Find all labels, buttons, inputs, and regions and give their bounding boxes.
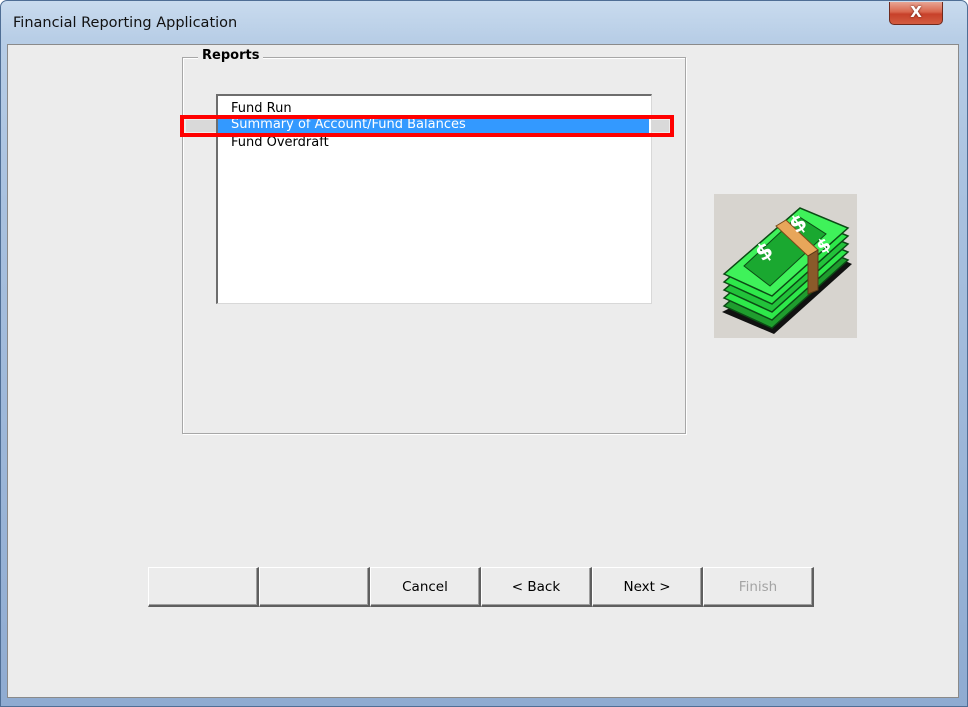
finish-button[interactable]: Finish: [703, 567, 814, 607]
window-title: Financial Reporting Application: [13, 15, 238, 31]
blank-button-1[interactable]: [148, 567, 259, 607]
reports-legend: Reports: [198, 48, 264, 63]
close-button[interactable]: X: [889, 2, 943, 25]
close-icon: X: [910, 3, 922, 21]
cancel-button[interactable]: Cancel: [370, 567, 481, 607]
money-stack-icon: $ $ $: [722, 207, 852, 334]
back-button[interactable]: < Back: [481, 567, 592, 607]
selection-highlight-annotation: [180, 115, 674, 137]
money-illustration: $ $ $: [714, 194, 857, 338]
next-button[interactable]: Next >: [592, 567, 703, 607]
title-bar[interactable]: Financial Reporting Application X: [1, 1, 967, 45]
blank-button-2[interactable]: [259, 567, 370, 607]
